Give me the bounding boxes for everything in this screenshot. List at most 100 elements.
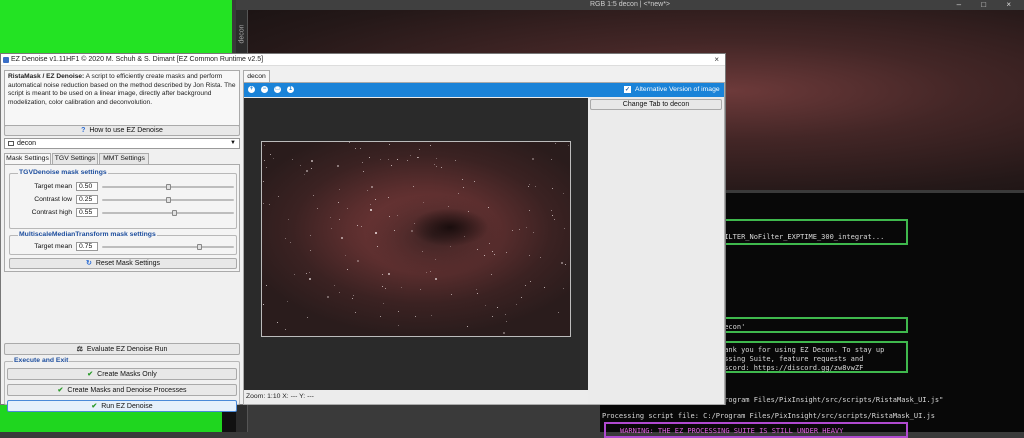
change-tab-button[interactable]: Change Tab to decon bbox=[590, 99, 722, 110]
run-label: Run EZ Denoise bbox=[101, 403, 153, 410]
star bbox=[394, 230, 395, 231]
evaluate-button[interactable]: ⚖ Evaluate EZ Denoise Run bbox=[4, 343, 240, 355]
star bbox=[273, 158, 274, 159]
star bbox=[476, 289, 477, 290]
execute-group-title: Execute and Exit bbox=[13, 357, 70, 364]
tgv-contrast-low-slider[interactable] bbox=[102, 197, 234, 203]
mmt-target-mean-input[interactable]: 0.75 bbox=[76, 242, 98, 251]
star bbox=[292, 159, 293, 160]
ez-denoise-dialog: EZ Denoise v1.11HF1 © 2020 M. Schuh & S.… bbox=[0, 53, 726, 412]
image-preview[interactable] bbox=[244, 98, 588, 390]
star bbox=[434, 164, 435, 165]
star bbox=[410, 155, 411, 156]
field-label: Target mean bbox=[34, 183, 72, 190]
preview-status-bar: Zoom: 1:10 X: --- Y: --- bbox=[244, 390, 588, 404]
star bbox=[375, 199, 376, 200]
star bbox=[388, 273, 390, 275]
star bbox=[422, 251, 423, 252]
tab-tgv-settings[interactable]: TGV Settings bbox=[52, 153, 98, 164]
star bbox=[269, 204, 270, 205]
star bbox=[401, 287, 402, 288]
star bbox=[464, 236, 465, 237]
create-masks-button[interactable]: ✔ Create Masks Only bbox=[7, 368, 237, 380]
star bbox=[463, 187, 464, 188]
image-window-titlebar[interactable]: RGB 1:5 decon | <*new*> – □ × bbox=[236, 0, 1024, 10]
tgv-contrast-high-row: Contrast high 0.55 bbox=[10, 208, 238, 218]
star bbox=[451, 294, 452, 295]
mmt-target-mean-slider[interactable] bbox=[102, 244, 234, 250]
console-line: Processing script file: C:/Program Files… bbox=[602, 412, 935, 420]
star bbox=[389, 144, 390, 145]
tgv-target-mean-slider[interactable] bbox=[102, 184, 234, 190]
background-window-green bbox=[0, 0, 232, 53]
field-label: Contrast high bbox=[31, 209, 72, 216]
zoom-1to1-icon[interactable]: 1 bbox=[287, 86, 294, 93]
how-to-button[interactable]: ? How to use EZ Denoise bbox=[4, 125, 240, 136]
star bbox=[477, 249, 478, 250]
star bbox=[485, 305, 486, 306]
star bbox=[347, 208, 348, 209]
evaluate-icon: ⚖ bbox=[76, 346, 83, 353]
star bbox=[341, 237, 343, 239]
star bbox=[497, 307, 498, 308]
star bbox=[529, 210, 530, 211]
star bbox=[388, 197, 389, 198]
star bbox=[551, 210, 552, 211]
tgv-contrast-high-slider[interactable] bbox=[102, 210, 234, 216]
star bbox=[503, 332, 505, 334]
field-label: Target mean bbox=[34, 243, 72, 250]
image-icon bbox=[8, 140, 14, 146]
star bbox=[430, 271, 431, 272]
star bbox=[371, 186, 373, 188]
tgv-contrast-low-input[interactable]: 0.25 bbox=[76, 195, 98, 204]
star bbox=[528, 186, 529, 187]
reset-mask-settings-button[interactable]: ↻ Reset Mask Settings bbox=[9, 258, 237, 269]
slider-thumb[interactable] bbox=[197, 244, 203, 250]
star bbox=[380, 316, 381, 317]
star bbox=[345, 255, 346, 256]
star bbox=[448, 206, 449, 207]
alternative-version-checkbox[interactable]: ✓ bbox=[624, 86, 631, 93]
star bbox=[363, 171, 364, 172]
star bbox=[529, 255, 530, 256]
create-masks-denoise-button[interactable]: ✔ Create Masks and Denoise Processes bbox=[7, 384, 237, 396]
tgv-contrast-high-input[interactable]: 0.55 bbox=[76, 208, 98, 217]
mask-settings-panel: TGVDenoise mask settings Target mean 0.5… bbox=[4, 164, 240, 272]
check-icon: ✔ bbox=[91, 403, 98, 410]
star bbox=[535, 186, 536, 187]
dialog-titlebar[interactable]: EZ Denoise v1.11HF1 © 2020 M. Schuh & S.… bbox=[1, 54, 725, 66]
zoom-in-icon[interactable]: + bbox=[248, 86, 255, 93]
preview-tab[interactable]: decon bbox=[243, 70, 270, 82]
star bbox=[415, 316, 416, 317]
reset-label: Reset Mask Settings bbox=[95, 260, 161, 267]
tgv-target-mean-input[interactable]: 0.50 bbox=[76, 182, 98, 191]
star bbox=[436, 166, 437, 167]
dialog-title: EZ Denoise v1.11HF1 © 2020 M. Schuh & S.… bbox=[11, 56, 264, 63]
slider-thumb[interactable] bbox=[165, 184, 171, 190]
star bbox=[278, 196, 279, 197]
star bbox=[317, 208, 318, 209]
alternative-version-label: Alternative Version of image bbox=[635, 86, 720, 93]
star bbox=[388, 159, 389, 160]
star bbox=[431, 315, 432, 316]
image-select[interactable]: decon ▼ bbox=[4, 138, 240, 149]
slider-thumb[interactable] bbox=[171, 210, 177, 216]
star bbox=[407, 160, 408, 161]
star bbox=[327, 296, 329, 298]
star bbox=[521, 297, 522, 298]
star bbox=[285, 238, 286, 239]
zoom-out-icon[interactable]: − bbox=[261, 86, 268, 93]
star bbox=[304, 174, 305, 175]
close-icon[interactable]: × bbox=[714, 54, 719, 66]
zoom-fit-icon[interactable]: □ bbox=[274, 86, 281, 93]
star bbox=[370, 209, 372, 211]
mmt-target-mean-row: Target mean 0.75 bbox=[10, 242, 238, 252]
console-highlight-box bbox=[710, 219, 908, 245]
star bbox=[467, 326, 468, 327]
slider-thumb[interactable] bbox=[165, 197, 171, 203]
window-controls[interactable]: – □ × bbox=[957, 0, 1020, 10]
star bbox=[564, 228, 565, 229]
preview-toolbar: + − □ 1 ✓ Alternative Version of image bbox=[244, 83, 724, 97]
tab-mmt-settings[interactable]: MMT Settings bbox=[99, 153, 149, 164]
run-button[interactable]: ✔ Run EZ Denoise bbox=[7, 400, 237, 412]
